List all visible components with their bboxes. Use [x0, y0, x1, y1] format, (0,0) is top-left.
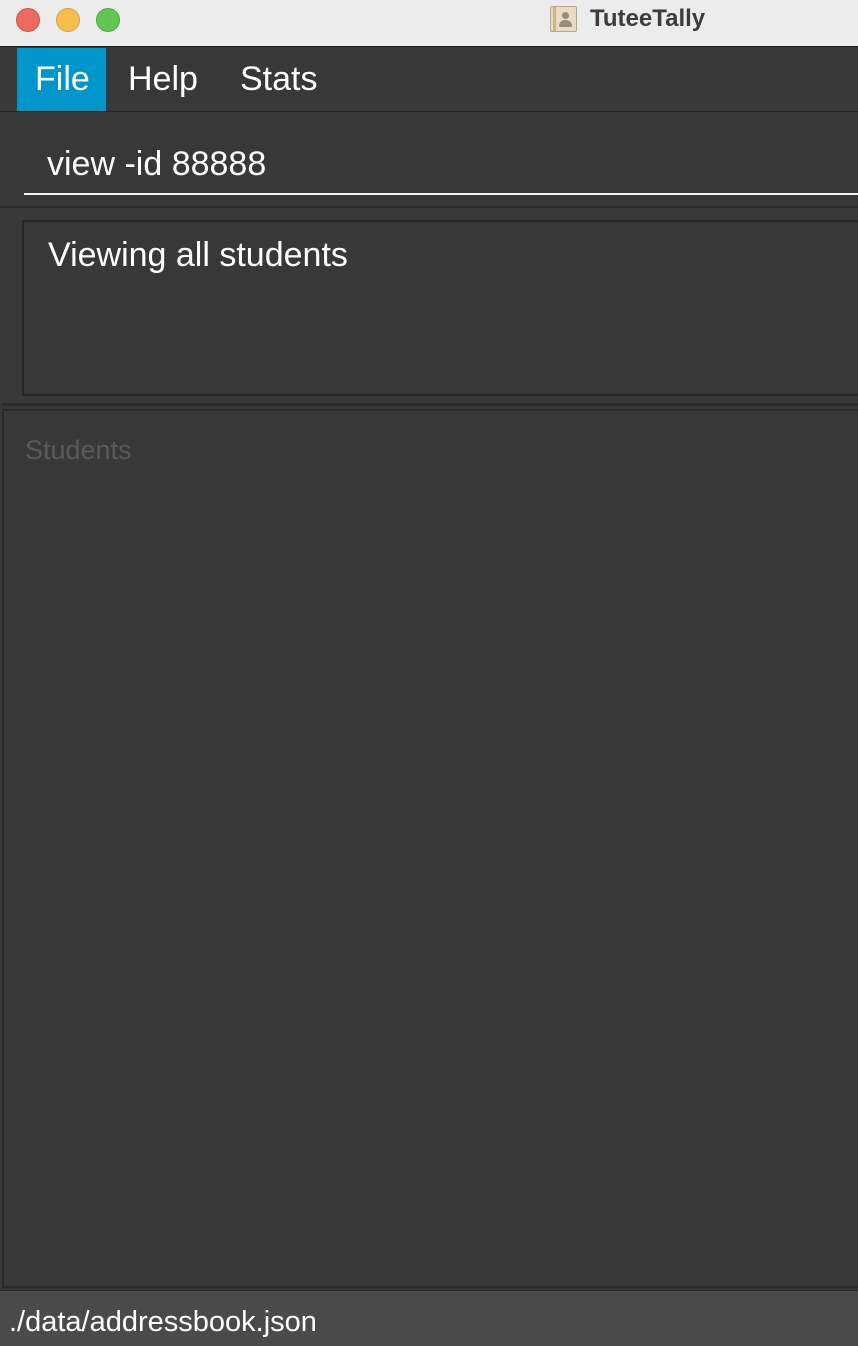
status-bar: ./data/addressbook.json [0, 1290, 858, 1346]
minimize-window-button[interactable] [56, 8, 80, 32]
save-file-path: ./data/addressbook.json [9, 1306, 317, 1338]
result-display: Viewing all students [22, 220, 858, 396]
window-title: TuteeTally [590, 5, 706, 32]
command-box-pane [0, 113, 858, 208]
address-book-icon [550, 6, 577, 32]
close-window-button[interactable] [16, 8, 40, 32]
student-list-panel[interactable]: Students [2, 409, 858, 1288]
result-display-pane: Viewing all students [2, 210, 858, 406]
student-list-placeholder: Students [25, 435, 132, 465]
menu-stats[interactable]: Stats [222, 48, 335, 111]
menu-file[interactable]: File [17, 48, 106, 111]
menu-help[interactable]: Help [110, 48, 216, 111]
command-input[interactable] [24, 113, 858, 195]
menu-bar: File Help Stats [0, 48, 858, 112]
zoom-window-button[interactable] [96, 8, 120, 32]
title-bar: TuteeTally [0, 0, 858, 47]
